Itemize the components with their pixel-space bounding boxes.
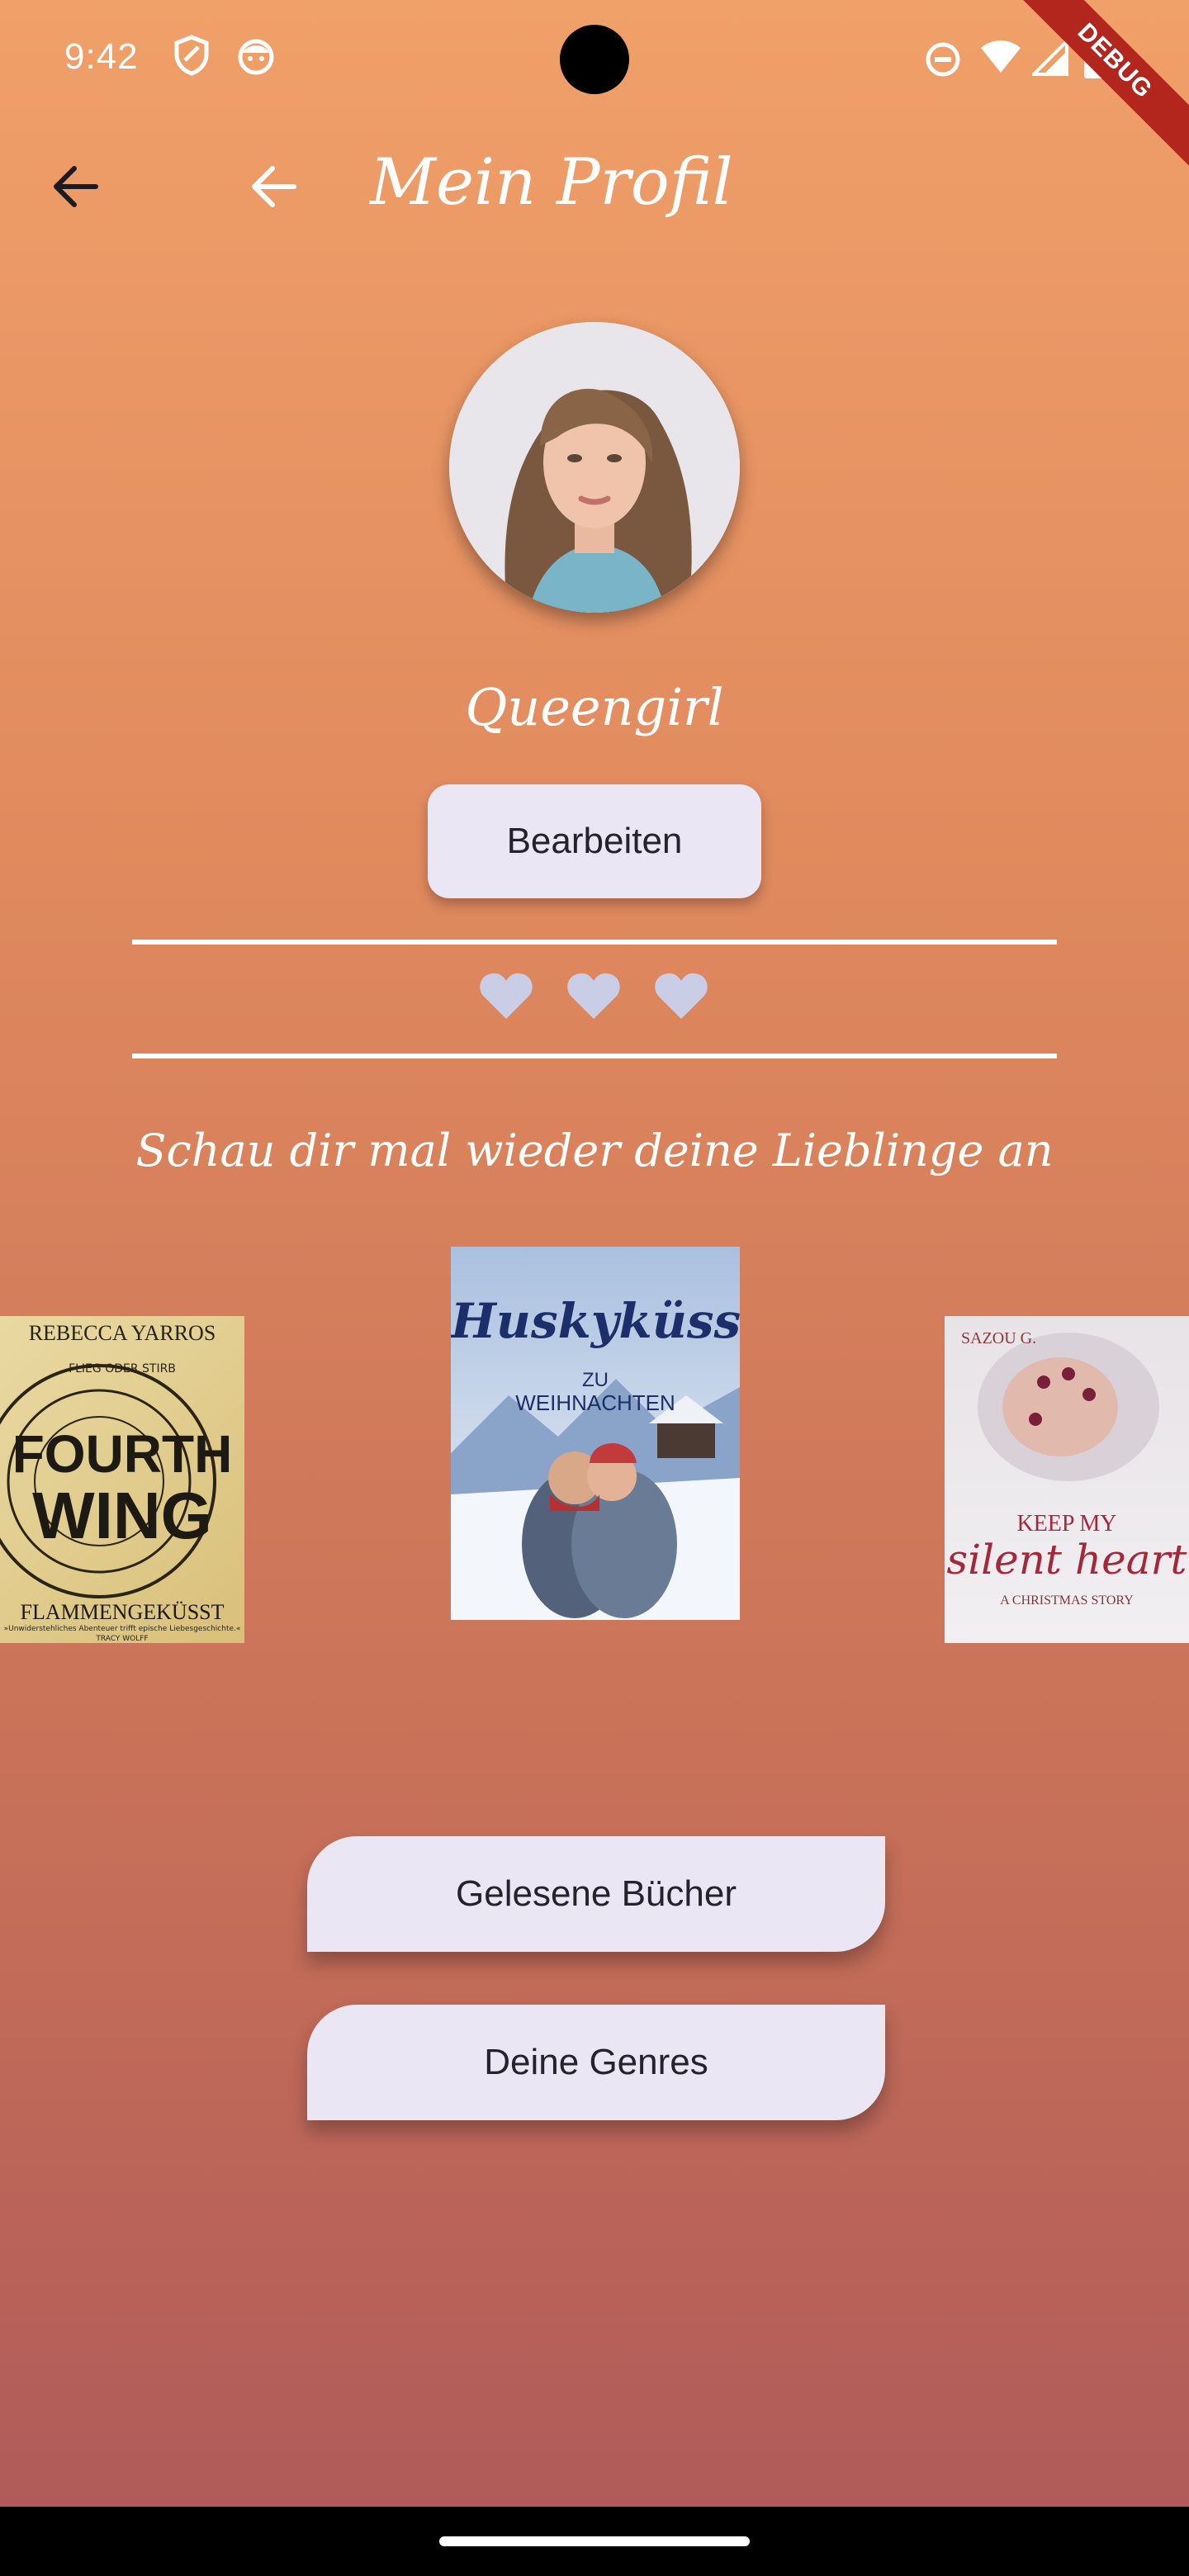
status-time: 9:42 (64, 36, 139, 77)
book-cover-fourth-wing[interactable]: REBECCA YARROS FLIEG ODER STIRB FOURTH W… (0, 1316, 244, 1643)
app-back-arrow-icon[interactable] (248, 162, 297, 211)
rating-hearts (479, 971, 708, 1020)
notification-face-icon (238, 39, 274, 75)
favorites-heading: Schau dir mal wieder deine Lieblinge an (135, 1125, 1054, 1177)
book-author: REBECCA YARROS (28, 1321, 216, 1345)
book-title-line1: FOURTH (12, 1424, 233, 1484)
profile-screen: 9:42 DEBUG Mein Profil Queengirl Bearbei… (0, 0, 1189, 2507)
edit-profile-button[interactable]: Bearbeiten (428, 784, 761, 898)
book-title-line1: KEEP MY (1016, 1511, 1117, 1537)
book-title: Huskyküsse (451, 1293, 740, 1349)
book-title-line2: WING (32, 1479, 212, 1552)
book-small-text: FLIEG ODER STIRB (69, 1362, 176, 1376)
heart-icon (480, 973, 533, 1019)
debug-banner: DEBUG (1006, 0, 1189, 170)
book-quote: »Unwiderstehliches Abenteuer trifft epis… (3, 1625, 241, 1633)
heart-icon (655, 973, 708, 1019)
home-indicator[interactable] (439, 2536, 750, 2546)
read-books-button[interactable]: Gelesene Bücher (307, 1836, 885, 1952)
book-subtitle: WEIHNACHTEN (515, 1390, 675, 1415)
book-cover-huskykuesse[interactable]: Huskyküsse ZU WEIHNACHTEN (451, 1247, 740, 1620)
back-arrow-icon[interactable] (50, 162, 99, 211)
book-subtitle: FLAMMENGEKÜSST (20, 1600, 225, 1624)
cellular-signal-icon (1032, 40, 1068, 76)
profile-avatar[interactable] (449, 322, 740, 613)
do-not-disturb-icon (926, 42, 960, 77)
wifi-icon (981, 40, 1021, 73)
book-author: SAZOU G. (961, 1329, 1037, 1347)
divider-top (132, 940, 1057, 945)
front-camera (560, 25, 629, 94)
username: Queengirl (465, 677, 724, 737)
genres-button[interactable]: Deine Genres (307, 2005, 885, 2120)
book-cover-keep-my-silent-heart[interactable]: SAZOU G. KEEP MY silent heart A CHRISTMA… (945, 1316, 1189, 1643)
book-quote-author: TRACY WOLFF (96, 1635, 149, 1643)
shield-icon (174, 35, 209, 76)
heart-icon (567, 973, 620, 1019)
book-subtitle-small: ZU (582, 1369, 609, 1391)
divider-bottom (132, 1054, 1057, 1058)
page-title: Mein Profil (370, 145, 733, 220)
avatar-portrait-image (449, 322, 740, 613)
book-title-line2: silent heart (946, 1536, 1187, 1584)
book-subtitle: A CHRISTMAS STORY (1000, 1593, 1134, 1608)
